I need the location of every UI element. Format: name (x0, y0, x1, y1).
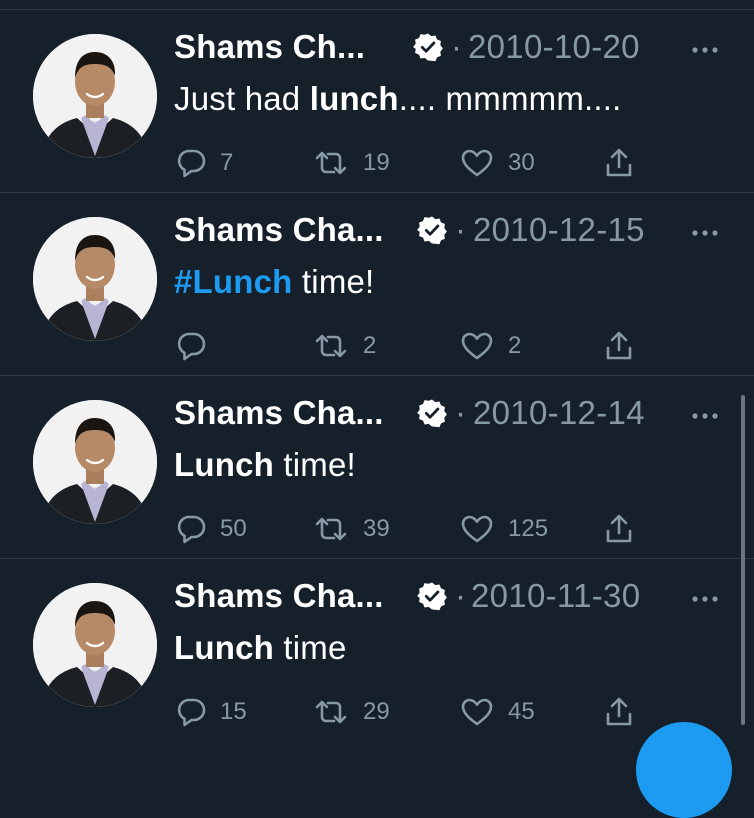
reply-icon (176, 514, 206, 544)
tweet-text-part: Just had (174, 80, 310, 117)
hashtag-link[interactable]: #Lunch (174, 263, 293, 300)
heart-icon (460, 697, 494, 727)
tweet[interactable]: Shams Cha... · 2010-11-30 Lunch time 15 … (0, 558, 754, 740)
like-count: 125 (508, 515, 549, 542)
like-button[interactable]: 125 (460, 512, 548, 546)
verified-badge-icon (417, 398, 447, 428)
tweet-text-bold: Lunch (174, 446, 274, 483)
tweet-text: #Lunch time! (174, 263, 374, 301)
more-options-icon[interactable] (690, 45, 720, 55)
reply-icon (176, 148, 206, 178)
separator-dot: · (451, 28, 462, 65)
tweet-text-part: time! (273, 446, 356, 483)
reply-button[interactable] (176, 329, 220, 363)
separator-dot: · (455, 211, 466, 248)
heart-icon (460, 514, 494, 544)
retweet-button[interactable]: 2 (313, 329, 376, 363)
tweet-text: Lunch time! (174, 446, 356, 484)
tweet[interactable]: Shams Ch... · 2010-10-20 Just had lunch.… (0, 9, 754, 191)
share-icon (604, 330, 634, 362)
avatar-image (33, 34, 157, 158)
reply-icon (176, 331, 206, 361)
share-button[interactable] (604, 695, 634, 729)
avatar[interactable] (33, 217, 157, 341)
retweet-button[interactable]: 39 (313, 512, 390, 546)
tweet[interactable]: Shams Cha... · 2010-12-15 #Lunch time! 2… (0, 192, 754, 374)
retweet-icon (313, 148, 349, 178)
tweet[interactable]: Shams Cha... · 2010-12-14 Lunch time! 50… (0, 375, 754, 557)
share-button[interactable] (604, 146, 634, 180)
tweet-text-bold: Lunch (174, 629, 274, 666)
avatar[interactable] (33, 400, 157, 524)
avatar-image (33, 583, 157, 707)
share-button[interactable] (604, 512, 634, 546)
author-name[interactable]: Shams Cha... (174, 211, 384, 249)
author-name[interactable]: Shams Ch... (174, 28, 365, 66)
tweet-text-bold: lunch (309, 80, 399, 117)
like-count: 30 (508, 149, 535, 176)
retweet-icon (313, 514, 349, 544)
tweet-date[interactable]: 2010-10-20 (468, 28, 640, 66)
tweet-text-part: .... mmmmm.... (398, 80, 622, 117)
share-icon (604, 513, 634, 545)
retweet-count: 29 (363, 698, 390, 725)
like-button[interactable]: 45 (460, 695, 535, 729)
retweet-icon (313, 331, 349, 361)
tweet-date[interactable]: 2010-12-15 (473, 211, 645, 249)
avatar-image (33, 217, 157, 341)
tweet-date[interactable]: 2010-11-30 (471, 577, 640, 615)
reply-button[interactable]: 50 (176, 512, 247, 546)
separator-dot: · (455, 577, 466, 614)
verified-badge-icon (417, 215, 447, 245)
scrollbar[interactable] (741, 395, 745, 725)
reply-button[interactable]: 15 (176, 695, 247, 729)
reply-count: 50 (220, 515, 247, 542)
more-options-icon[interactable] (690, 228, 720, 238)
author-name[interactable]: Shams Cha... (174, 577, 384, 615)
verified-badge-icon (417, 581, 447, 611)
heart-icon (460, 148, 494, 178)
retweet-button[interactable]: 19 (313, 146, 390, 180)
reply-button[interactable]: 7 (176, 146, 233, 180)
share-icon (604, 696, 634, 728)
avatar[interactable] (33, 34, 157, 158)
tweet-text-part: time! (292, 263, 375, 300)
tweet-date[interactable]: 2010-12-14 (473, 394, 645, 432)
reply-icon (176, 697, 206, 727)
heart-icon (460, 331, 494, 361)
retweet-count: 2 (363, 332, 377, 359)
share-button[interactable] (604, 329, 634, 363)
tweet-text: Lunch time (174, 629, 347, 667)
retweet-button[interactable]: 29 (313, 695, 390, 729)
more-options-icon[interactable] (690, 594, 720, 604)
verified-badge-icon (413, 32, 443, 62)
retweet-icon (313, 697, 349, 727)
like-button[interactable]: 2 (460, 329, 521, 363)
more-options-icon[interactable] (690, 411, 720, 421)
separator-dot: · (455, 394, 466, 431)
author-name[interactable]: Shams Cha... (174, 394, 384, 432)
like-button[interactable]: 30 (460, 146, 535, 180)
like-count: 45 (508, 698, 535, 725)
tweet-text: Just had lunch.... mmmmm.... (174, 80, 621, 118)
like-count: 2 (508, 332, 522, 359)
reply-count: 15 (220, 698, 247, 725)
retweet-count: 39 (363, 515, 390, 542)
retweet-count: 19 (363, 149, 390, 176)
tweet-text-part: time (273, 629, 347, 666)
tweet-feed: Shams Ch... · 2010-10-20 Just had lunch.… (0, 0, 754, 739)
avatar-image (33, 400, 157, 524)
reply-count: 7 (220, 149, 234, 176)
avatar[interactable] (33, 583, 157, 707)
share-icon (604, 147, 634, 179)
compose-tweet-button[interactable] (636, 722, 732, 818)
